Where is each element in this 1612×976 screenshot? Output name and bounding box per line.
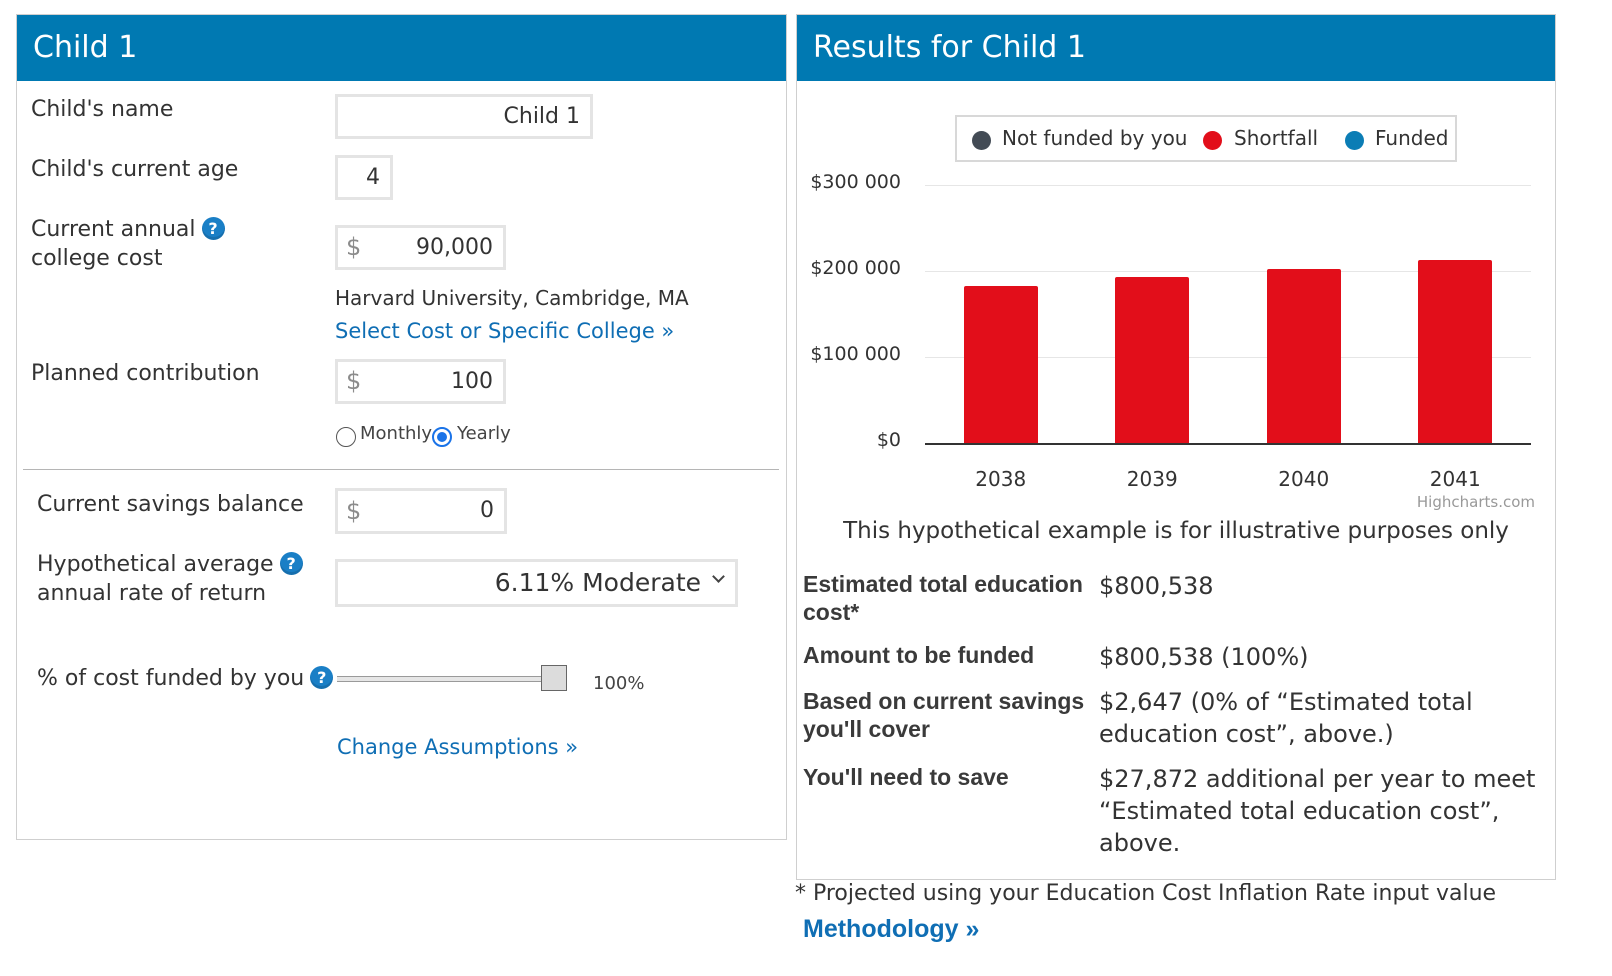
percent-funded-slider-handle[interactable] (541, 665, 567, 691)
legend-dot-shortfall (1203, 131, 1222, 150)
y-tick-label: $300 000 (810, 171, 901, 193)
planned-contribution-label: Planned contribution (31, 361, 260, 386)
y-tick-label: $0 (876, 429, 901, 451)
rate-of-return-select[interactable]: 6.11% Moderate (335, 559, 738, 607)
childs-name-input[interactable]: Child 1 (335, 94, 593, 139)
dollar-sign-icon: $ (346, 497, 362, 525)
question-circle-icon[interactable]: ? (201, 217, 225, 240)
bar-shortfall-2041[interactable] (1418, 259, 1493, 443)
x-tick-label: 2040 (1278, 467, 1330, 491)
x-tick-label: 2041 (1429, 467, 1481, 491)
illustrative-disclaimer: This hypothetical example is for illustr… (843, 518, 1509, 544)
change-assumptions-link[interactable]: Change Assumptions » (337, 735, 578, 759)
dollar-sign-icon: $ (346, 233, 362, 261)
college-cost-label-line2: college cost (31, 246, 163, 271)
methodology-link[interactable]: Methodology » (803, 915, 979, 944)
result-label-total-cost: Estimated total education cost* (803, 571, 1083, 625)
y-tick-label: $100 000 (810, 343, 901, 365)
result-value-need-to-save: $27,872 additional per year to meet “Est… (1099, 765, 1536, 857)
select-college-link[interactable]: Select Cost or Specific College » (335, 319, 674, 343)
results-panel: Results for Child 1 Not funded by you Sh… (796, 14, 1556, 880)
monthly-radio-label: Monthly (360, 423, 433, 444)
highcharts-credits[interactable]: Highcharts.com (1417, 493, 1535, 511)
rate-of-return-label: Hypothetical average? annual rate of ret… (37, 550, 303, 608)
yearly-radio[interactable] (432, 427, 452, 447)
percent-funded-slider-track[interactable] (337, 676, 567, 682)
legend-funded[interactable]: Funded (1375, 117, 1448, 160)
yearly-radio-label: Yearly (457, 423, 511, 444)
x-tick-label: 2038 (975, 467, 1027, 491)
result-value-current-savings: $2,647 (0% of “Estimated total education… (1099, 688, 1473, 748)
question-circle-icon[interactable]: ? (310, 666, 334, 689)
results-panel-title: Results for Child 1 (797, 15, 1555, 81)
section-divider (23, 469, 779, 470)
monthly-radio[interactable] (336, 427, 356, 447)
college-cost-label: Current annual? college cost (31, 215, 225, 273)
child-panel-title: Child 1 (17, 15, 786, 81)
rate-of-return-value: 6.11% Moderate (494, 568, 701, 597)
childs-age-input[interactable]: 4 (335, 155, 393, 200)
bar-shortfall-2040[interactable] (1266, 269, 1341, 443)
childs-name-label: Child's name (31, 97, 174, 122)
inflation-footnote: * Projected using your Education Cost In… (795, 881, 1497, 906)
bar-shortfall-2038[interactable] (963, 285, 1038, 443)
percent-funded-value: 100% (593, 673, 645, 694)
x-tick-label: 2039 (1126, 467, 1178, 491)
y-tick-label: $200 000 (810, 257, 901, 279)
rate-label-line2: annual rate of return (37, 581, 267, 606)
percent-funded-label-text: % of cost funded by you (37, 666, 305, 691)
legend-not-funded[interactable]: Not funded by you (1002, 117, 1187, 160)
college-cost-label-line1: Current annual (31, 217, 196, 242)
college-cost-input[interactable]: $ 90,000 (335, 225, 506, 270)
savings-value: 0 (480, 498, 494, 523)
bar-shortfall-2039[interactable] (1115, 277, 1190, 443)
result-value-total-cost: $800,538 (1099, 572, 1214, 600)
question-circle-icon[interactable]: ? (279, 552, 303, 575)
gridline (925, 185, 1531, 186)
percent-funded-label: % of cost funded by you? (37, 664, 334, 693)
savings-label: Current savings balance (37, 492, 304, 517)
x-axis-line (925, 443, 1531, 445)
savings-input[interactable]: $ 0 (335, 488, 507, 534)
result-label-need-to-save: You'll need to save (803, 764, 1009, 790)
result-label-amount-funded: Amount to be funded (803, 642, 1035, 668)
child-input-panel: Child 1 Child's name Child 1 Child's cur… (16, 14, 787, 840)
legend-dot-not-funded (972, 131, 991, 150)
planned-contribution-value: 100 (451, 369, 493, 394)
legend-shortfall[interactable]: Shortfall (1234, 117, 1318, 160)
chart-legend: Not funded by you Shortfall Funded (955, 115, 1457, 162)
rate-label-line1: Hypothetical average (37, 552, 274, 577)
childs-age-label: Child's current age (31, 157, 239, 182)
chevron-down-icon (712, 570, 725, 583)
college-name: Harvard University, Cambridge, MA (335, 286, 689, 310)
legend-dot-funded (1345, 131, 1364, 150)
planned-contribution-input[interactable]: $ 100 (335, 359, 506, 404)
dollar-sign-icon: $ (346, 367, 362, 395)
result-label-current-savings: Based on current savings you'll cover (803, 688, 1085, 742)
college-cost-value: 90,000 (416, 235, 493, 260)
result-value-amount-funded: $800,538 (100%) (1099, 643, 1309, 671)
